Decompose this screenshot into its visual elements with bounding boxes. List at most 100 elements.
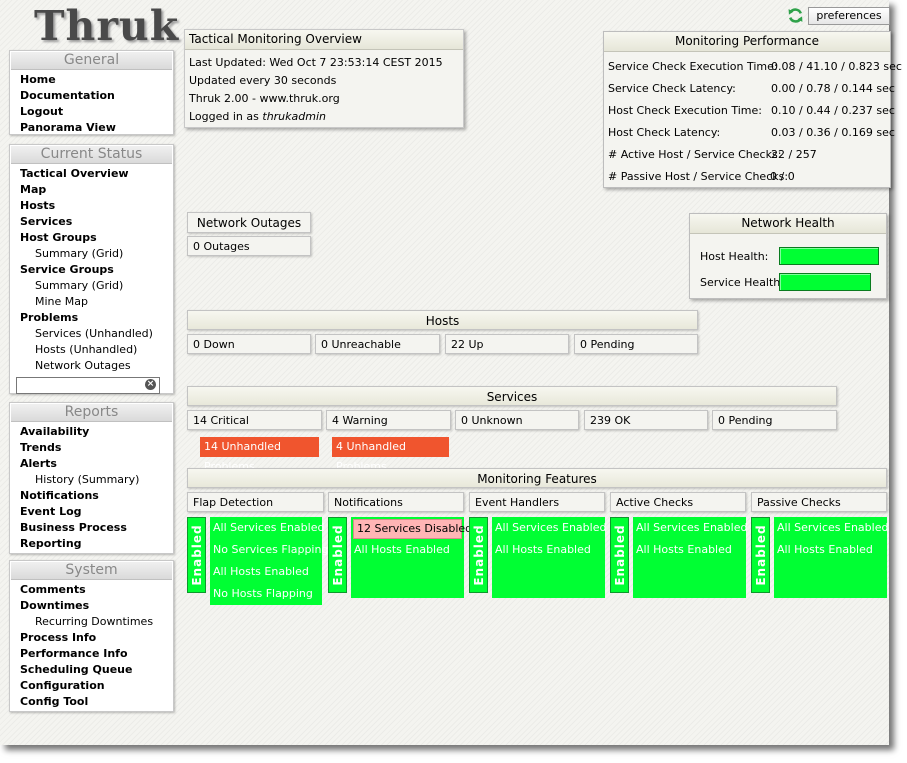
nav-search-input[interactable]: ×	[16, 377, 160, 394]
overview-info: Tactical Monitoring Overview Last Update…	[184, 29, 464, 128]
nav-item-performance-info[interactable]: Performance Info	[10, 646, 173, 662]
nav-item-service-groups[interactable]: Service Groups	[10, 262, 173, 278]
hosts-cell-22-up[interactable]: 22 Up	[445, 334, 569, 354]
network-health-title: Network Health	[690, 214, 886, 234]
feature-line-all-hosts-enabled[interactable]: All Hosts Enabled	[210, 561, 322, 583]
network-outages-title: Network Outages	[187, 212, 311, 233]
thruk-logo[interactable]: Thruk	[34, 2, 179, 50]
enabled-label: Enabled	[330, 524, 345, 586]
feature-header-passive-checks: Passive Checks	[751, 492, 887, 512]
feature-line-all-services-enabled[interactable]: All Services Enabled	[774, 517, 888, 539]
perf-value: 0.03 / 0.36 / 0.169 sec	[771, 126, 895, 139]
logged-in-line: Logged in as thrukadmin	[189, 110, 326, 123]
hosts-cell-0-pending[interactable]: 0 Pending	[574, 334, 698, 354]
nav-item-logout[interactable]: Logout	[10, 104, 173, 120]
network-outages-value[interactable]: 0 Outages	[187, 236, 311, 256]
nav-item-config-tool[interactable]: Config Tool	[10, 694, 173, 710]
overview-title: Tactical Monitoring Overview	[185, 30, 463, 50]
services-cell-0-unknown[interactable]: 0 Unknown	[455, 410, 579, 430]
critical-unhandled-problems[interactable]: 14 Unhandled Problems	[200, 437, 319, 473]
nav-item-hosts-unhandled[interactable]: Hosts (Unhandled)	[10, 342, 173, 358]
nav-item-map[interactable]: Map	[10, 182, 173, 198]
feature-line-all-hosts-enabled[interactable]: All Hosts Enabled	[774, 539, 887, 561]
nav-item-process-info[interactable]: Process Info	[10, 630, 173, 646]
nav-reports-title: Reports	[11, 404, 172, 422]
nav-item-services-unhandled[interactable]: Services (Unhandled)	[10, 326, 173, 342]
nav-item-comments[interactable]: Comments	[10, 582, 173, 598]
feature-line-all-services-enabled[interactable]: All Services Enabled	[492, 517, 606, 539]
services-cell-4-warning[interactable]: 4 Warning	[326, 410, 451, 430]
nav-item-scheduling-queue[interactable]: Scheduling Queue	[10, 662, 173, 678]
enabled-label: Enabled	[753, 524, 768, 586]
thruk-website-link[interactable]: www.thruk.org	[260, 92, 340, 105]
nav-item-reporting[interactable]: Reporting	[10, 536, 173, 552]
service-health-label: Service Health:	[700, 276, 784, 289]
perf-value: 0.08 / 41.10 / 0.823 sec	[771, 60, 902, 73]
nav-item-alerts[interactable]: Alerts	[10, 456, 173, 472]
nav-item-network-outages[interactable]: Network Outages	[10, 358, 173, 374]
nav-item-documentation[interactable]: Documentation	[10, 88, 173, 104]
perf-label: # Active Host / Service Checks:	[608, 148, 782, 161]
feature-enabled-toggle-flap-detection[interactable]: Enabled	[187, 517, 206, 593]
feature-enabled-toggle-notifications[interactable]: Enabled	[328, 517, 347, 593]
hosts-cell-0-down[interactable]: 0 Down	[187, 334, 311, 354]
host-health-label: Host Health:	[700, 250, 769, 263]
nav-item-services[interactable]: Services	[10, 214, 173, 230]
nav-item-history-summary[interactable]: History (Summary)	[10, 472, 173, 488]
feature-enabled-toggle-active-checks[interactable]: Enabled	[610, 517, 629, 593]
feature-header-event-handlers: Event Handlers	[469, 492, 605, 512]
feature-status-passive-checks: All Services Enabled All Hosts Enabled	[774, 517, 888, 598]
nav-item-mine-map[interactable]: Mine Map	[10, 294, 173, 310]
feature-enabled-toggle-event-handlers[interactable]: Enabled	[469, 517, 488, 593]
feature-line-all-services-enabled[interactable]: All Services Enabled	[633, 517, 747, 539]
feature-line-all-hosts-enabled[interactable]: All Hosts Enabled	[351, 539, 464, 561]
feature-line-12-services-disabled[interactable]: 12 Services Disabled	[353, 519, 472, 539]
perf-value: 0 / 0	[770, 170, 795, 183]
feature-line-all-hosts-enabled[interactable]: All Hosts Enabled	[633, 539, 746, 561]
warning-unhandled-problems[interactable]: 4 Unhandled Problems	[332, 437, 449, 473]
feature-status-active-checks: All Services Enabled All Hosts Enabled	[633, 517, 747, 598]
enabled-label: Enabled	[471, 524, 486, 586]
feature-status-flap-detection: All Services Enabled No Services Flapping…	[210, 517, 328, 605]
nav-item-event-log[interactable]: Event Log	[10, 504, 173, 520]
nav-item-summary-grid[interactable]: Summary (Grid)	[10, 246, 173, 262]
preferences-button[interactable]: preferences	[808, 7, 890, 25]
nav-system: System Comments Downtimes Recurring Downti…	[9, 560, 174, 712]
enabled-label: Enabled	[189, 524, 204, 586]
nav-item-downtimes[interactable]: Downtimes	[10, 598, 173, 614]
host-health-bar	[779, 247, 879, 265]
page: Thruk preferences General Home Documentat…	[0, 0, 902, 745]
feature-line-no-hosts-flapping[interactable]: No Hosts Flapping	[210, 583, 322, 605]
features-title: Monitoring Features	[187, 468, 887, 488]
nav-item-configuration[interactable]: Configuration	[10, 678, 173, 694]
perf-label: Host Check Execution Time:	[608, 104, 762, 117]
last-updated: Last Updated: Wed Oct 7 23:53:14 CEST 20…	[189, 56, 443, 69]
services-cell-239-ok[interactable]: 239 OK	[584, 410, 708, 430]
nav-item-summary-grid[interactable]: Summary (Grid)	[10, 278, 173, 294]
nav-item-trends[interactable]: Trends	[10, 440, 173, 456]
nav-item-host-groups[interactable]: Host Groups	[10, 230, 173, 246]
nav-item-notifications[interactable]: Notifications	[10, 488, 173, 504]
feature-line-all-hosts-enabled[interactable]: All Hosts Enabled	[492, 539, 605, 561]
hosts-cell-0-unreachable[interactable]: 0 Unreachable	[315, 334, 440, 354]
perf-value: 0.00 / 0.78 / 0.144 sec	[771, 82, 895, 95]
hosts-title: Hosts	[187, 310, 698, 330]
nav-item-recurring-downtimes[interactable]: Recurring Downtimes	[10, 614, 173, 630]
feature-header-flap-detection: Flap Detection	[187, 492, 324, 512]
nav-item-home[interactable]: Home	[10, 72, 173, 88]
nav-item-availability[interactable]: Availability	[10, 424, 173, 440]
services-title: Services	[187, 386, 837, 406]
nav-item-business-process[interactable]: Business Process	[10, 520, 173, 536]
nav-item-problems[interactable]: Problems	[10, 310, 173, 326]
services-cell-0-pending[interactable]: 0 Pending	[712, 410, 837, 430]
feature-enabled-toggle-passive-checks[interactable]: Enabled	[751, 517, 770, 593]
nav-item-panorama-view[interactable]: Panorama View	[10, 120, 173, 136]
clear-search-icon[interactable]: ×	[145, 379, 156, 390]
nav-item-tactical-overview[interactable]: Tactical Overview	[10, 166, 173, 182]
feature-line-all-services-enabled[interactable]: All Services Enabled	[210, 517, 324, 539]
refresh-icon[interactable]	[787, 7, 804, 24]
services-cell-14-critical[interactable]: 14 Critical	[187, 410, 322, 430]
nav-item-hosts[interactable]: Hosts	[10, 198, 173, 214]
feature-line-no-services-flapping[interactable]: No Services Flapping	[210, 539, 328, 561]
feature-header-active-checks: Active Checks	[610, 492, 746, 512]
